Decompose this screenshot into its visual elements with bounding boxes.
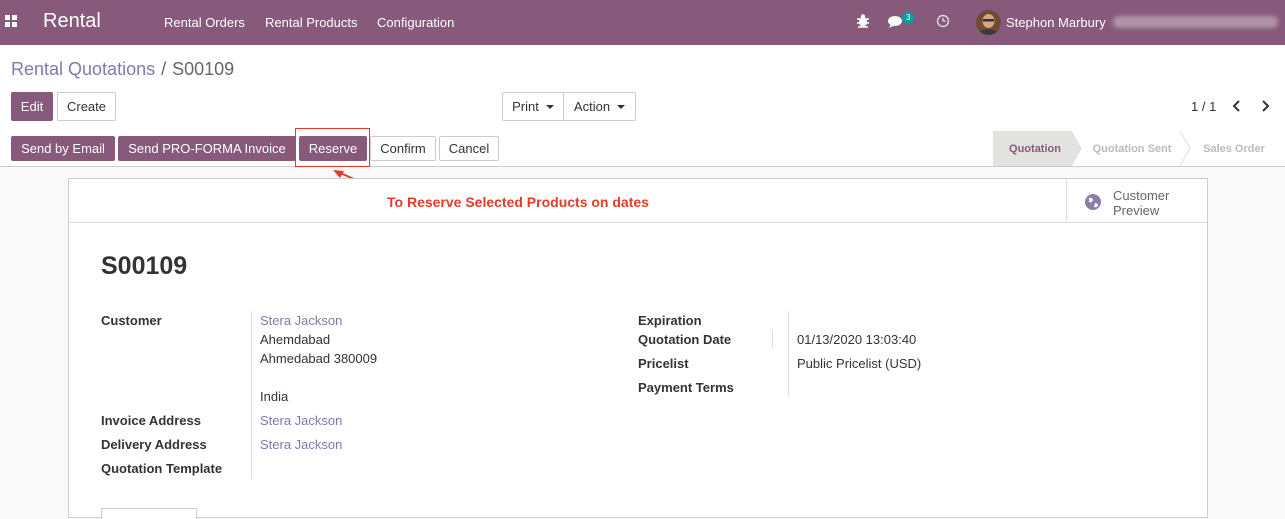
divider (772, 330, 773, 348)
delivery-address-label: Delivery Address (101, 437, 207, 452)
action-label: Action (573, 99, 611, 114)
chevron-left-icon[interactable] (1232, 100, 1242, 112)
stage-bar: Quotation Quotation Sent Sales Order (993, 131, 1285, 166)
send-by-email-button[interactable]: Send by Email (11, 136, 115, 161)
quotation-template-label: Quotation Template (101, 461, 223, 476)
invoice-address-link[interactable]: Stera Jackson (260, 413, 342, 428)
menu-rental-products[interactable]: Rental Products (265, 15, 358, 30)
customer-preview-line2: Preview (1113, 203, 1160, 218)
invoice-address-label: Invoice Address (101, 413, 201, 428)
annotation-text: To Reserve Selected Products on dates (387, 194, 649, 210)
chat-count-badge: 3 (902, 12, 915, 24)
partial-tab[interactable] (101, 508, 197, 519)
reserve-button[interactable]: Reserve (299, 136, 367, 161)
quotation-date-value: 01/13/2020 13:03:40 (797, 332, 917, 347)
customer-preview-line1: Customer (1113, 188, 1170, 203)
apps-menu-icon[interactable] (5, 15, 18, 28)
address-line-2: Ahmedabad 380009 (260, 351, 378, 366)
form-sheet: Customer Preview (68, 178, 1208, 518)
caret-down-icon (617, 104, 626, 109)
stage-sales-order[interactable]: Sales Order (1191, 131, 1277, 166)
menu-rental-orders[interactable]: Rental Orders (164, 15, 245, 30)
expiration-label: Expiration (638, 313, 702, 328)
breadcrumb-separator: / (161, 59, 167, 79)
record-title: S00109 (101, 252, 188, 280)
send-proforma-invoice-button[interactable]: Send PRO-FORMA Invoice (118, 136, 296, 161)
chevron-right-icon[interactable] (1260, 100, 1270, 112)
address-country: India (260, 389, 289, 404)
pricelist-label: Pricelist (638, 356, 689, 371)
stage-quotation-sent[interactable]: Quotation Sent (1083, 131, 1181, 166)
avatar[interactable] (976, 10, 1001, 35)
clock-icon[interactable] (936, 14, 950, 28)
menu-configuration[interactable]: Configuration (377, 15, 454, 30)
bug-icon[interactable] (856, 13, 870, 29)
edit-button[interactable]: Edit (11, 92, 53, 121)
print-label: Print (512, 99, 539, 114)
divider (788, 311, 789, 397)
customer-label: Customer (101, 313, 162, 328)
app-title: Rental (43, 10, 101, 32)
address-line-1: Ahemdabad (260, 332, 331, 347)
delivery-address-link[interactable]: Stera Jackson (260, 437, 342, 452)
print-dropdown[interactable]: Print (502, 92, 564, 121)
create-button[interactable]: Create (57, 92, 116, 121)
confirm-button[interactable]: Confirm (370, 136, 436, 161)
payment-terms-label: Payment Terms (638, 380, 734, 395)
breadcrumb-parent-link[interactable]: Rental Quotations (11, 59, 155, 79)
control-panel: Rental Quotations / S00109 Edit Create Pri… (0, 45, 1285, 132)
breadcrumb-current: S00109 (172, 59, 235, 79)
breadcrumb: Rental Quotations / S00109 (11, 59, 234, 80)
user-name[interactable]: Stephon Marbury (1006, 15, 1106, 30)
globe-icon (1085, 194, 1101, 210)
blurred-database-name (1113, 16, 1278, 28)
top-navbar: Rental Rental Orders Rental Products Con… (0, 0, 1285, 45)
customer-preview-button[interactable]: Customer Preview (1066, 179, 1208, 222)
quotation-date-label: Quotation Date (638, 332, 732, 347)
caret-down-icon (545, 104, 554, 109)
stage-quotation[interactable]: Quotation (993, 131, 1077, 166)
customer-link[interactable]: Stera Jackson (260, 313, 342, 328)
cancel-button[interactable]: Cancel (439, 136, 499, 161)
pager-value[interactable]: 1 / 1 (1191, 99, 1216, 114)
pricelist-value: Public Pricelist (USD) (797, 356, 922, 371)
divider (251, 311, 252, 479)
action-dropdown[interactable]: Action (563, 92, 636, 121)
